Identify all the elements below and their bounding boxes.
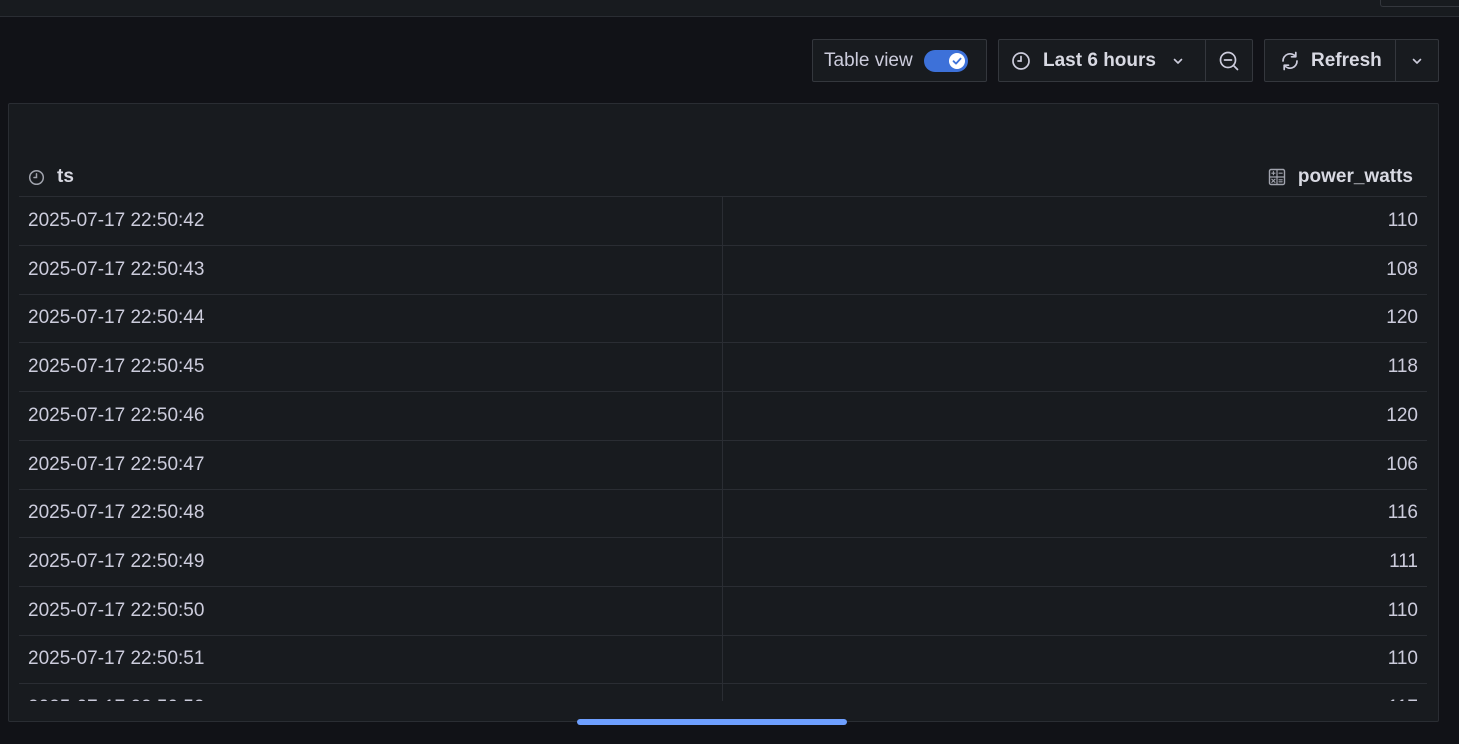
cell-ts: 2025-07-17 22:50:44 [28, 307, 205, 329]
table-row[interactable]: 2025-07-17 22:50:50 110 [19, 586, 1427, 636]
cell-power-watts: 106 [1386, 453, 1418, 475]
cell-ts: 2025-07-17 22:50:51 [28, 648, 205, 670]
cell-ts: 2025-07-17 22:50:43 [28, 258, 205, 280]
cell-ts: 2025-07-17 22:50:45 [28, 356, 205, 378]
cell-power-watts: 120 [1386, 307, 1418, 329]
cell-ts: 2025-07-17 22:50:47 [28, 453, 205, 475]
table-row[interactable]: 2025-07-17 22:50:52 117 [19, 684, 1427, 701]
column-divider [722, 586, 723, 636]
cell-ts: 2025-07-17 22:50:42 [28, 210, 205, 231]
cell-power-watts: 110 [1387, 648, 1418, 670]
cell-ts: 2025-07-17 22:50:46 [28, 404, 205, 426]
cell-ts: 2025-07-17 22:50:50 [28, 599, 205, 621]
zoom-out-button[interactable] [1205, 39, 1253, 82]
table-row[interactable]: 2025-07-17 22:50:49 111 [19, 537, 1427, 587]
calculator-icon [1268, 168, 1286, 186]
cell-ts: 2025-07-17 22:50:48 [28, 502, 205, 524]
chevron-down-icon [1411, 55, 1423, 67]
column-divider [722, 197, 723, 246]
table-view-label: Table view [824, 49, 913, 71]
table-view-switch[interactable] [923, 49, 968, 72]
column-divider [722, 294, 723, 344]
cell-power-watts: 117 [1388, 697, 1418, 701]
cell-ts: 2025-07-17 22:50:49 [28, 550, 205, 572]
data-table: ts power_watts 2025-07-17 22:50:42 110 202… [19, 104, 1427, 701]
clock-icon [28, 169, 45, 186]
zoom-out-icon [1218, 50, 1240, 72]
table-row[interactable]: 2025-07-17 22:50:51 110 [19, 635, 1427, 685]
cell-power-watts: 110 [1387, 599, 1418, 621]
check-icon [948, 52, 965, 69]
cell-power-watts: 111 [1389, 550, 1418, 572]
column-header-label: ts [57, 166, 74, 187]
table-row[interactable]: 2025-07-17 22:50:48 116 [19, 489, 1427, 539]
column-divider [722, 343, 723, 393]
column-divider [722, 635, 723, 685]
refresh-icon [1279, 50, 1301, 72]
table-header: ts power_watts [19, 154, 1427, 197]
cell-power-watts: 110 [1387, 210, 1418, 231]
table-row[interactable]: 2025-07-17 22:50:46 120 [19, 391, 1427, 441]
top-nav-bar [0, 0, 1459, 17]
column-divider [722, 489, 723, 539]
chevron-down-icon [1172, 55, 1184, 67]
column-divider [722, 537, 723, 587]
cell-ts: 2025-07-17 22:50:52 [28, 697, 204, 701]
column-divider [722, 245, 723, 295]
cell-power-watts: 108 [1386, 258, 1418, 280]
table-row[interactable]: 2025-07-17 22:50:43 108 [19, 245, 1427, 295]
column-header-ts[interactable]: ts [28, 166, 74, 188]
horizontal-scrollbar[interactable] [577, 719, 847, 725]
column-divider [722, 684, 723, 701]
column-divider [722, 391, 723, 441]
table-row[interactable]: 2025-07-17 22:50:42 110 [19, 197, 1427, 246]
table-panel: ts power_watts 2025-07-17 22:50:42 110 202… [8, 103, 1439, 722]
refresh-label: Refresh [1311, 49, 1382, 71]
refresh-interval-dropdown[interactable] [1395, 39, 1439, 82]
time-range-picker[interactable]: Last 6 hours [998, 39, 1206, 82]
top-nav-stub [1380, 0, 1459, 7]
table-view-toggle[interactable]: Table view [812, 39, 987, 82]
table-row[interactable]: 2025-07-17 22:50:44 120 [19, 294, 1427, 344]
table-row[interactable]: 2025-07-17 22:50:45 118 [19, 343, 1427, 393]
column-divider [722, 440, 723, 490]
clock-icon [1011, 51, 1031, 71]
cell-power-watts: 120 [1386, 404, 1418, 426]
time-range-label: Last 6 hours [1043, 49, 1156, 71]
cell-power-watts: 118 [1387, 356, 1418, 378]
cell-power-watts: 116 [1387, 502, 1418, 524]
refresh-button[interactable]: Refresh [1264, 39, 1396, 82]
column-header-label: power_watts [1297, 166, 1413, 187]
column-header-power-watts[interactable]: power_watts [1268, 166, 1413, 188]
table-row[interactable]: 2025-07-17 22:50:47 106 [19, 440, 1427, 490]
